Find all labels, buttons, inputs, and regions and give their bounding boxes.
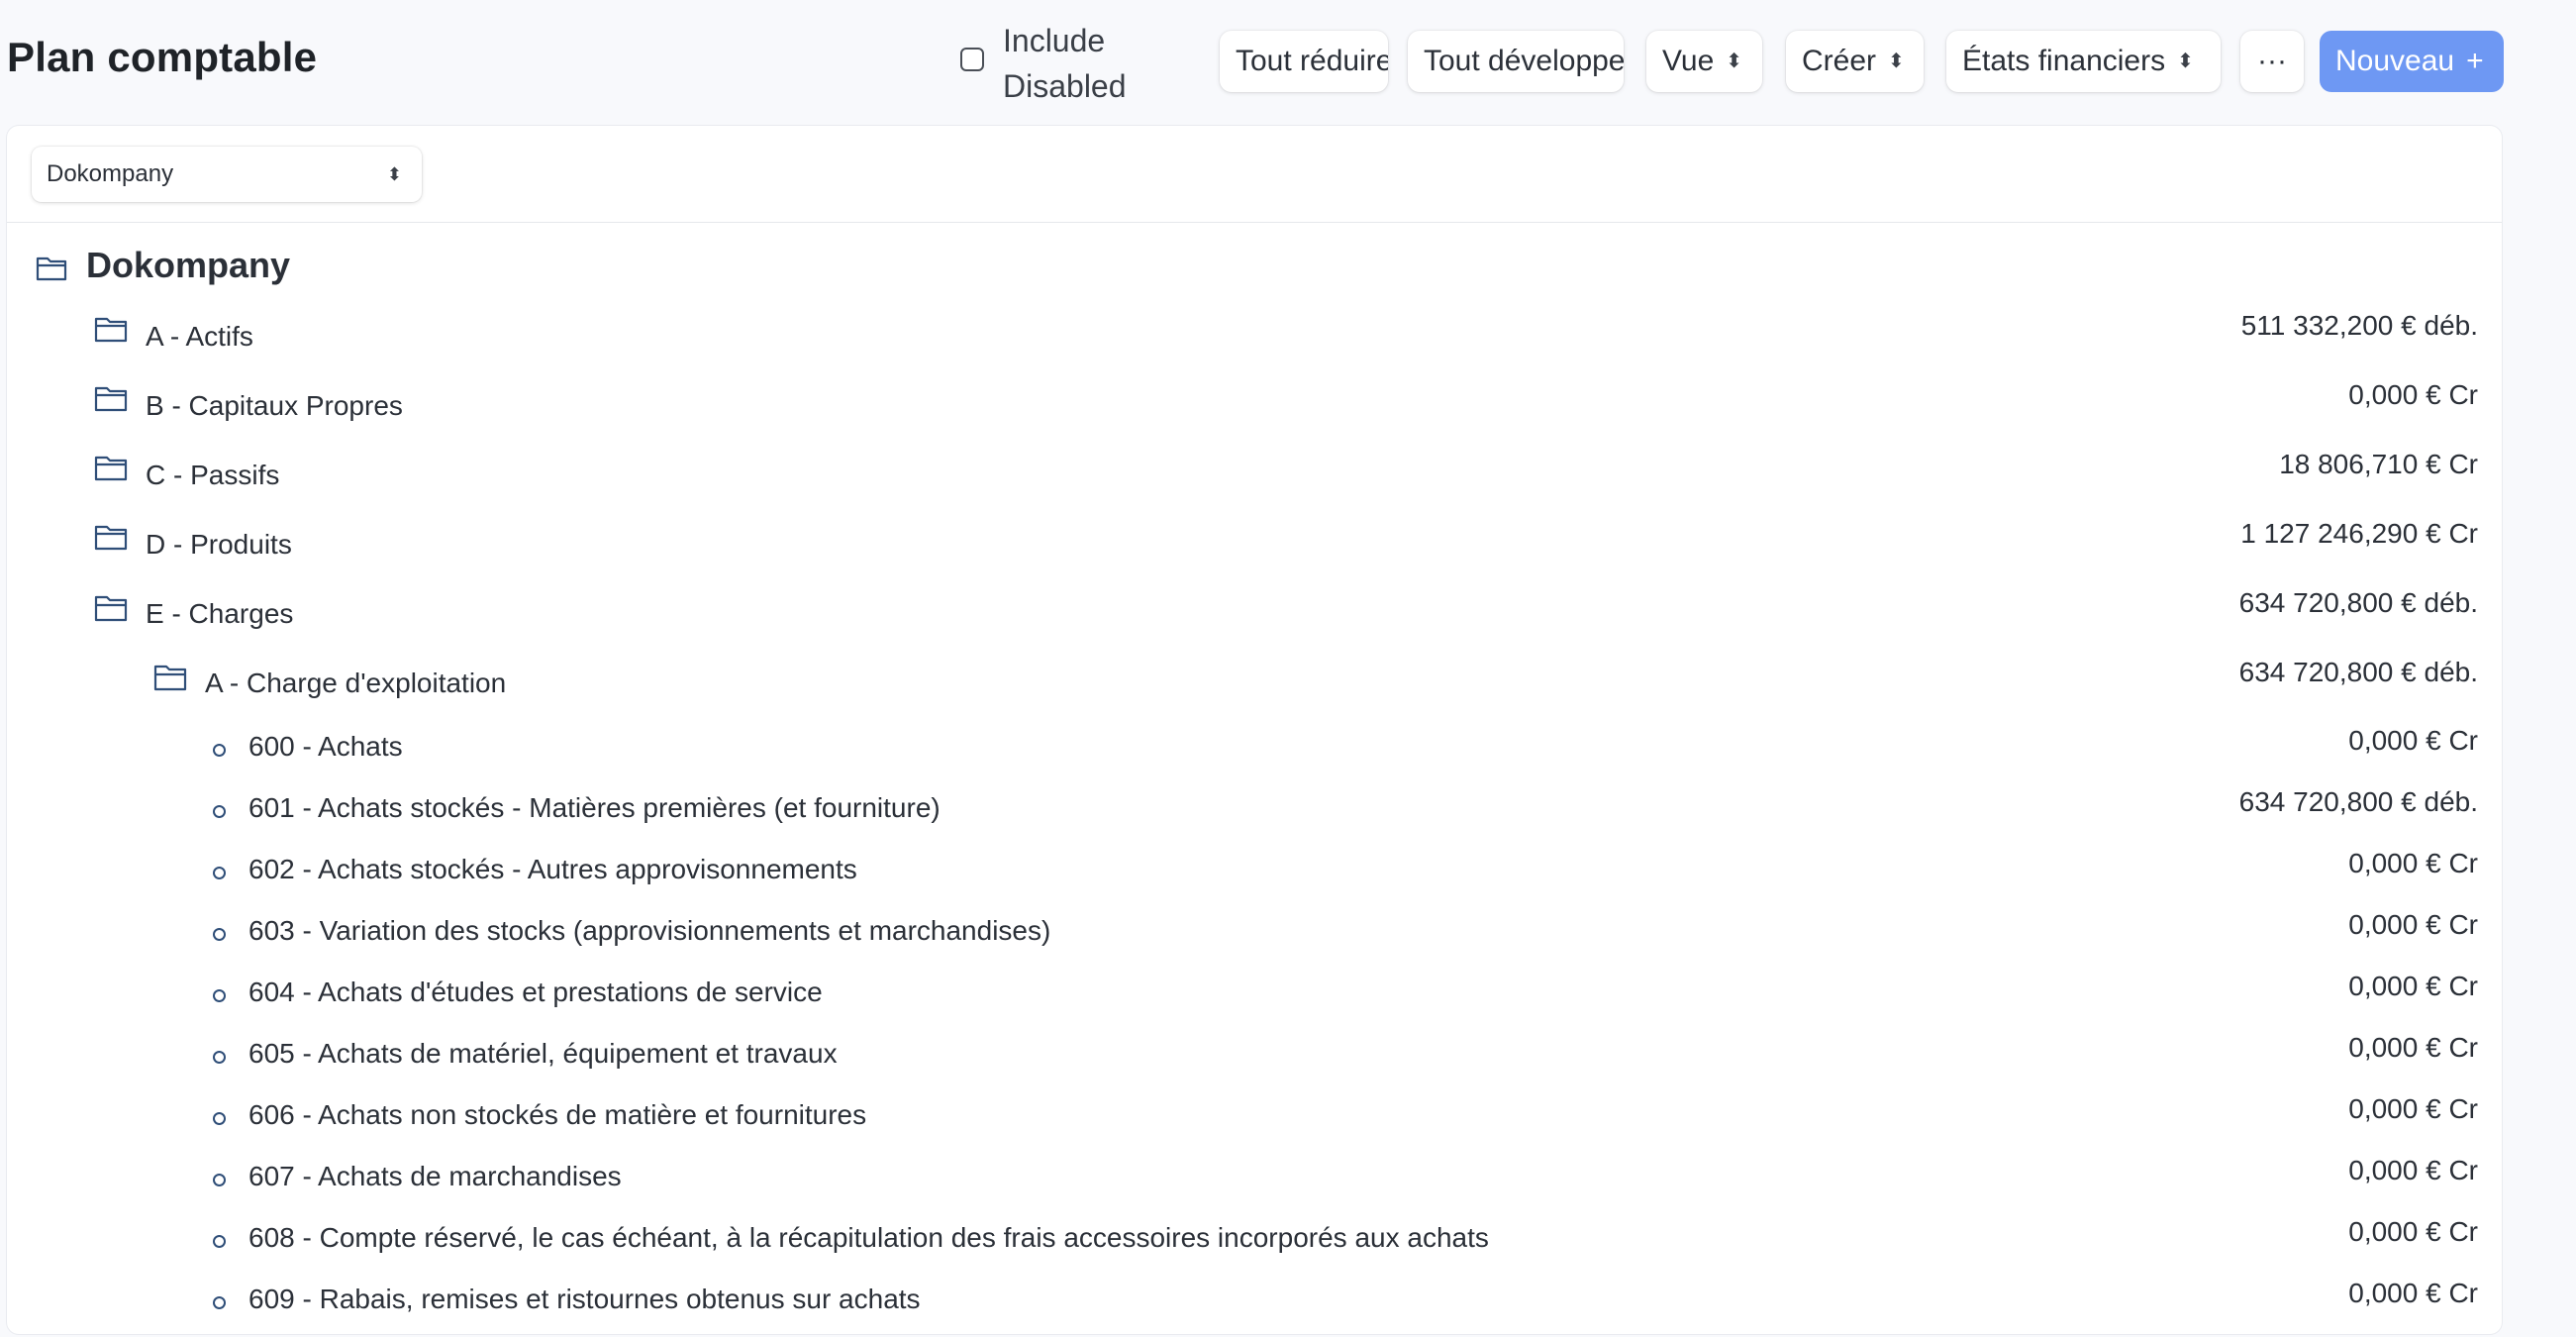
account-balance: 18 806,710 € Cr xyxy=(2279,449,2478,479)
account-balance: 511 332,200 € déb. xyxy=(2240,310,2478,341)
account-label: 601 - Achats stockés - Matières première… xyxy=(248,792,941,823)
page-header: Plan comptable Include Disabled Tout réd… xyxy=(0,0,2576,125)
account-label: 602 - Achats stockés - Autres approvison… xyxy=(248,854,857,884)
account-balance: 0,000 € Cr xyxy=(2348,909,2478,940)
folder-icon xyxy=(94,317,128,343)
account-balance: 0,000 € Cr xyxy=(2348,1216,2478,1247)
account-label: 600 - Achats xyxy=(248,731,403,762)
expand-all-label: Tout développer xyxy=(1424,45,1624,77)
financial-statements-label: États financiers xyxy=(1962,45,2166,77)
expand-all-button[interactable]: Tout développer xyxy=(1408,31,1624,92)
collapse-all-label: Tout réduire xyxy=(1236,45,1388,77)
folder-open-icon xyxy=(36,257,67,281)
account-balance: 0,000 € Cr xyxy=(2348,971,2478,1001)
account-balance: 0,000 € Cr xyxy=(2348,379,2478,410)
account-row[interactable]: 603 - Variation des stocks (approvisionn… xyxy=(7,909,2502,969)
account-label: 604 - Achats d'études et prestations de … xyxy=(248,977,823,1007)
account-row[interactable]: 604 - Achats d'études et prestations de … xyxy=(7,971,2502,1030)
new-account-button[interactable]: Nouveau + xyxy=(2320,31,2504,92)
circle-bullet-icon xyxy=(213,744,226,757)
tree-group-row[interactable]: D - Produits 1 127 246,290 € Cr xyxy=(7,518,2502,577)
circle-bullet-icon xyxy=(213,867,226,879)
tree-group-row[interactable]: A - Actifs 511 332,200 € déb. xyxy=(7,310,2502,369)
view-dropdown-button[interactable]: Vue ⬍ xyxy=(1646,31,1762,92)
circle-bullet-icon xyxy=(213,1235,226,1248)
account-balance: 0,000 € Cr xyxy=(2348,1278,2478,1308)
account-label: 605 - Achats de matériel, équipement et … xyxy=(248,1038,838,1069)
account-row[interactable]: 609 - Rabais, remises et ristournes obte… xyxy=(7,1278,2502,1337)
include-disabled-checkbox[interactable] xyxy=(960,48,984,71)
tree-group-row[interactable]: E - Charges 634 720,800 € déb. xyxy=(7,587,2502,647)
card-filter-bar: Dokompany ⬍ xyxy=(7,126,2502,223)
chevron-updown-icon: ⬍ xyxy=(1888,51,1905,72)
circle-bullet-icon xyxy=(213,1174,226,1186)
include-disabled-label: Include Disabled xyxy=(1003,23,1127,104)
tree-group-label: B - Capitaux Propres xyxy=(146,390,403,421)
tree-subgroup-row[interactable]: A - Charge d'exploitation 634 720,800 € … xyxy=(7,657,2502,716)
account-balance: 0,000 € Cr xyxy=(2348,1155,2478,1185)
tree-group-row[interactable]: B - Capitaux Propres 0,000 € Cr xyxy=(7,379,2502,439)
company-select[interactable]: Dokompany ⬍ xyxy=(32,147,422,202)
create-dropdown-button[interactable]: Créer ⬍ xyxy=(1786,31,1924,92)
tree-root-node[interactable]: Dokompany xyxy=(7,241,2502,300)
account-balance: 1 127 246,290 € Cr xyxy=(2240,518,2478,549)
circle-bullet-icon xyxy=(213,1112,226,1125)
circle-bullet-icon xyxy=(213,805,226,818)
chevron-updown-icon: ⬍ xyxy=(2177,51,2194,72)
account-balance: 0,000 € Cr xyxy=(2348,725,2478,756)
account-balance: 0,000 € Cr xyxy=(2348,1032,2478,1063)
chart-of-accounts-card: Dokompany ⬍ Dokompany A - Actifs 511 332… xyxy=(7,126,2502,1334)
more-options-button[interactable]: ··· xyxy=(2240,31,2304,92)
chevron-updown-icon: ⬍ xyxy=(386,164,402,184)
account-row[interactable]: 608 - Compte réservé, le cas échéant, à … xyxy=(7,1216,2502,1276)
account-balance: 0,000 € Cr xyxy=(2348,1093,2478,1124)
account-balance: 634 720,800 € déb. xyxy=(2238,657,2478,687)
account-label: 609 - Rabais, remises et ristournes obte… xyxy=(248,1284,921,1314)
more-icon: ··· xyxy=(2257,45,2287,77)
tree-group-label: D - Produits xyxy=(146,529,292,560)
account-balance: 634 720,800 € déb. xyxy=(2238,786,2478,817)
circle-bullet-icon xyxy=(213,1296,226,1309)
plus-icon: + xyxy=(2466,45,2484,77)
account-balance: 0,000 € Cr xyxy=(2348,848,2478,878)
create-label: Créer xyxy=(1802,45,1877,77)
tree-group-label: E - Charges xyxy=(146,598,294,629)
folder-icon xyxy=(94,386,128,412)
tree-group-label: C - Passifs xyxy=(146,460,280,490)
account-label: 607 - Achats de marchandises xyxy=(248,1161,622,1191)
folder-icon xyxy=(94,456,128,481)
circle-bullet-icon xyxy=(213,989,226,1002)
circle-bullet-icon xyxy=(213,928,226,941)
account-row[interactable]: 605 - Achats de matériel, équipement et … xyxy=(7,1032,2502,1091)
account-balance: 634 720,800 € déb. xyxy=(2238,587,2478,618)
new-label: Nouveau xyxy=(2335,45,2455,77)
company-select-value: Dokompany xyxy=(47,160,174,187)
tree-subgroup-label: A - Charge d'exploitation xyxy=(205,668,507,698)
view-label: Vue xyxy=(1662,45,1715,77)
folder-icon xyxy=(94,525,128,551)
account-label: 608 - Compte réservé, le cas échéant, à … xyxy=(248,1222,1489,1253)
page-title: Plan comptable xyxy=(7,34,318,80)
account-label: 606 - Achats non stockés de matière et f… xyxy=(248,1099,867,1130)
tree-group-row[interactable]: C - Passifs 18 806,710 € Cr xyxy=(7,449,2502,508)
account-row[interactable]: 607 - Achats de marchandises 0,000 € Cr xyxy=(7,1155,2502,1214)
tree-root-label: Dokompany xyxy=(86,245,291,285)
account-row[interactable]: 601 - Achats stockés - Matières première… xyxy=(7,786,2502,846)
collapse-all-button[interactable]: Tout réduire xyxy=(1220,31,1388,92)
financial-statements-dropdown-button[interactable]: États financiers ⬍ xyxy=(1946,31,2221,92)
circle-bullet-icon xyxy=(213,1051,226,1064)
account-row[interactable]: 600 - Achats 0,000 € Cr xyxy=(7,725,2502,784)
account-row[interactable]: 602 - Achats stockés - Autres approvison… xyxy=(7,848,2502,907)
chevron-updown-icon: ⬍ xyxy=(1726,51,1743,72)
account-row[interactable]: 606 - Achats non stockés de matière et f… xyxy=(7,1093,2502,1153)
folder-open-icon xyxy=(153,665,187,691)
tree-group-label: A - Actifs xyxy=(146,321,253,352)
include-disabled-toggle[interactable]: Include Disabled xyxy=(958,18,1146,107)
account-label: 603 - Variation des stocks (approvisionn… xyxy=(248,915,1051,946)
folder-open-icon xyxy=(94,595,128,622)
